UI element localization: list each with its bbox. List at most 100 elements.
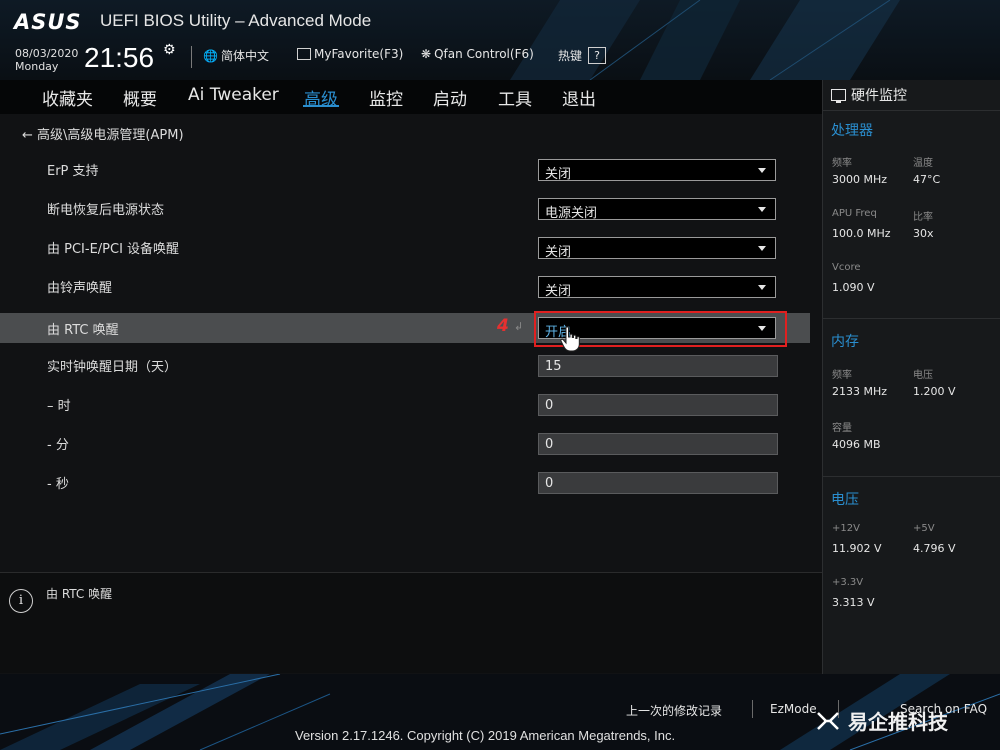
- mem-freq-value: 2133 MHz: [832, 385, 888, 398]
- ezmode-button[interactable]: EzMode: [770, 702, 817, 716]
- setting-label: 由 PCI-E/PCI 设备唤醒: [47, 242, 180, 257]
- setting-row-rtc-day[interactable]: 实时钟唤醒日期（天） 15: [0, 349, 810, 379]
- tab-boot[interactable]: 启动: [433, 85, 467, 110]
- tab-favorites[interactable]: 收藏夹: [42, 85, 93, 110]
- cpu-temp-label: 温度: [913, 158, 933, 169]
- setting-row-power-restore[interactable]: 断电恢复后电源状态 电源关闭: [0, 192, 810, 222]
- hw-divider: [822, 110, 1000, 111]
- input-value: 15: [545, 359, 562, 374]
- input-value: 0: [545, 398, 554, 413]
- hotkey-button[interactable]: 热键 ?: [558, 47, 607, 64]
- cpu-ratio-value: 30x: [913, 227, 934, 240]
- v5-label: +5V: [913, 523, 935, 534]
- hw-title-text: 硬件监控: [851, 88, 907, 104]
- breadcrumb-path: 高级\高级电源管理(APM): [37, 128, 184, 143]
- help-info-bar: [0, 572, 822, 673]
- hw-divider: [822, 476, 1000, 477]
- monitor-icon: [831, 89, 846, 103]
- setting-row-erp[interactable]: ErP 支持 关闭: [0, 153, 810, 183]
- mem-capacity-value: 4096 MB: [832, 438, 881, 451]
- gear-icon[interactable]: ⚙: [163, 42, 176, 58]
- annotation-step-number: 4: [497, 316, 509, 336]
- help-description: 由 RTC 唤醒: [46, 587, 113, 601]
- breadcrumb[interactable]: ← 高级\高级电源管理(APM): [22, 124, 184, 143]
- mem-freq-label: 频率: [832, 370, 852, 381]
- dropdown-value: 关闭: [545, 167, 572, 182]
- chevron-down-icon: [758, 207, 766, 212]
- vcore-label: Vcore: [832, 262, 861, 273]
- power-restore-dropdown[interactable]: 电源关闭: [538, 198, 776, 221]
- setting-label: - 分: [47, 438, 69, 453]
- input-value: 0: [545, 437, 554, 452]
- hw-divider: [822, 318, 1000, 319]
- setting-label: - 秒: [47, 477, 69, 492]
- setting-row-rtc-minute[interactable]: - 分 0: [0, 427, 810, 457]
- pcie-wake-dropdown[interactable]: 关闭: [538, 237, 776, 260]
- setting-row-ring-wake[interactable]: 由铃声唤醒 关闭: [0, 270, 810, 300]
- annotation-arrow-icon: ↲: [514, 320, 524, 333]
- date-text: 08/03/2020: [15, 47, 79, 60]
- input-value: 0: [545, 476, 554, 491]
- v33-label: +3.3V: [832, 577, 864, 588]
- setting-label: 由铃声唤醒: [47, 281, 113, 296]
- setting-row-rtc-hour[interactable]: – 时 0: [0, 388, 810, 418]
- help-icon: ?: [588, 47, 607, 64]
- ring-wake-dropdown[interactable]: 关闭: [538, 276, 776, 299]
- language-button[interactable]: 🌐 简体中文: [203, 47, 269, 64]
- myfavorite-button[interactable]: MyFavorite(F3): [297, 47, 403, 61]
- back-arrow-icon[interactable]: ←: [22, 128, 33, 143]
- rtc-day-input[interactable]: 15: [538, 355, 778, 377]
- dropdown-value: 电源关闭: [545, 206, 598, 221]
- setting-label: 实时钟唤醒日期（天）: [47, 360, 178, 375]
- asus-logo: ASUS: [14, 10, 82, 34]
- cpu-freq-value: 3000 MHz: [832, 173, 888, 186]
- hotkey-label: 热键: [558, 49, 583, 63]
- info-icon: i: [9, 589, 33, 613]
- tab-monitor[interactable]: 监控: [369, 85, 403, 110]
- footer-divider: [752, 700, 753, 718]
- bios-title: UEFI BIOS Utility – Advanced Mode: [100, 11, 372, 30]
- favorite-icon: [297, 48, 311, 60]
- clock-time: 21:56: [84, 42, 155, 73]
- setting-row-pcie-wake[interactable]: 由 PCI-E/PCI 设备唤醒 关闭: [0, 231, 810, 261]
- vcore-value: 1.090 V: [832, 281, 875, 294]
- tab-exit[interactable]: 退出: [562, 85, 596, 110]
- apu-freq-label: APU Freq: [832, 208, 877, 219]
- fan-icon: ❋: [421, 47, 432, 61]
- rtc-second-input[interactable]: 0: [538, 472, 778, 494]
- setting-label: 断电恢复后电源状态: [47, 203, 165, 218]
- globe-icon: 🌐: [203, 48, 218, 63]
- setting-label: – 时: [47, 399, 71, 414]
- hardware-monitor-title: 硬件监控: [831, 85, 907, 105]
- v5-value: 4.796 V: [913, 542, 956, 555]
- rtc-hour-input[interactable]: 0: [538, 394, 778, 416]
- memory-section-title: 内存: [831, 334, 859, 350]
- last-modified-button[interactable]: 上一次的修改记录: [626, 702, 722, 719]
- tab-tool[interactable]: 工具: [498, 85, 532, 110]
- apu-freq-value: 100.0 MHz: [832, 227, 891, 240]
- header-decoration: [510, 0, 900, 80]
- chevron-down-icon: [758, 285, 766, 290]
- rtc-minute-input[interactable]: 0: [538, 433, 778, 455]
- setting-label: ErP 支持: [47, 164, 99, 179]
- active-tab-indicator: [303, 105, 339, 107]
- cpu-freq-label: 频率: [832, 158, 852, 169]
- tab-main[interactable]: 概要: [123, 85, 157, 110]
- mem-volt-label: 电压: [913, 370, 933, 381]
- watermark-text: 易企推科技: [848, 710, 948, 734]
- mem-volt-value: 1.200 V: [913, 385, 956, 398]
- setting-row-rtc-second[interactable]: - 秒 0: [0, 466, 810, 496]
- qfan-control-button[interactable]: ❋ Qfan Control(F6): [421, 47, 534, 61]
- chevron-down-icon: [758, 168, 766, 173]
- watermark-logo-icon: [817, 711, 839, 730]
- setting-label: 由 RTC 唤醒: [47, 323, 119, 338]
- erp-dropdown[interactable]: 关闭: [538, 159, 776, 182]
- language-label: 简体中文: [220, 49, 269, 63]
- v12-label: +12V: [832, 523, 860, 534]
- cpu-temp-value: 47°C: [913, 173, 941, 186]
- version-text: Version 2.17.1246. Copyright (C) 2019 Am…: [295, 728, 676, 743]
- tab-ai-tweaker[interactable]: Ai Tweaker: [188, 85, 279, 105]
- v33-value: 3.313 V: [832, 596, 875, 609]
- weekday-text: Monday: [15, 60, 59, 73]
- watermark: 易企推科技: [816, 706, 948, 735]
